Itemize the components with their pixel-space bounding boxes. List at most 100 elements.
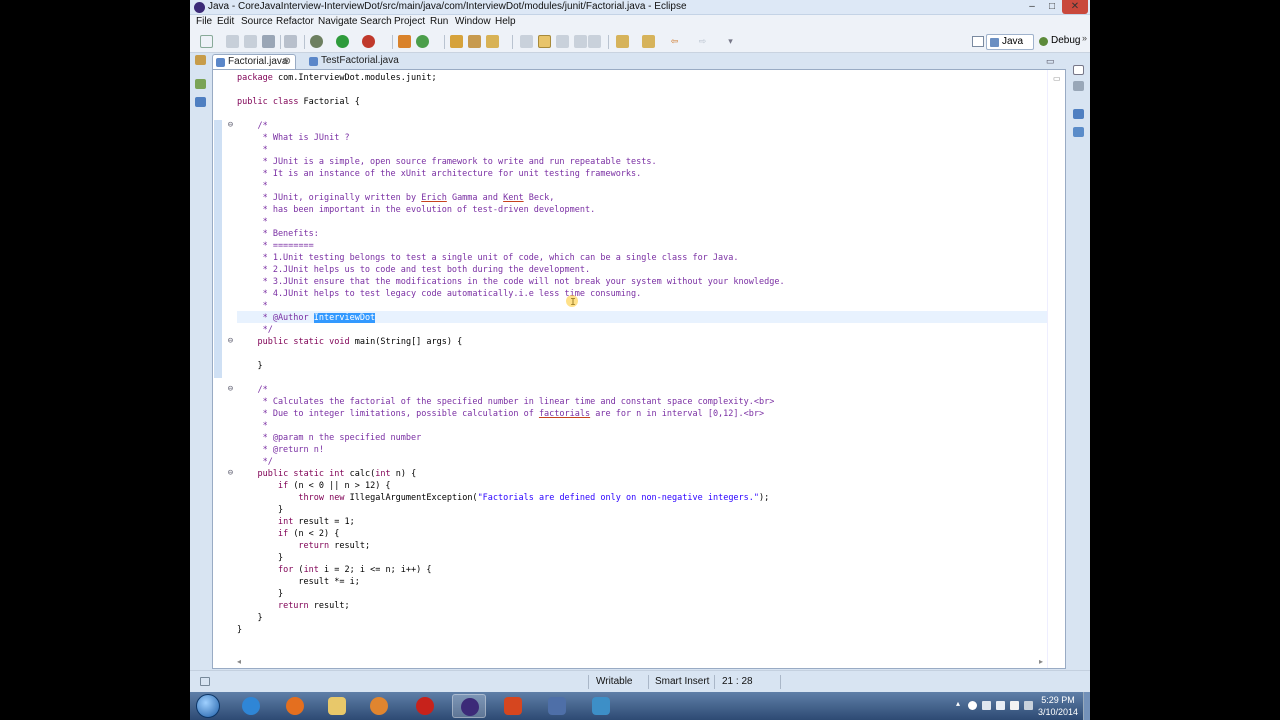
external-tools-icon[interactable] bbox=[362, 35, 375, 48]
open-task-icon[interactable] bbox=[468, 35, 481, 48]
previous-annotation-icon[interactable] bbox=[642, 35, 655, 48]
code-line[interactable]: /* bbox=[237, 120, 267, 132]
show-hidden-icons-icon[interactable]: ▴ bbox=[956, 699, 965, 708]
clock-time[interactable]: 5:29 PM bbox=[1038, 695, 1078, 705]
open-perspective-icon[interactable] bbox=[972, 36, 984, 47]
print-icon[interactable] bbox=[262, 35, 275, 48]
menu-help[interactable]: Help bbox=[495, 16, 516, 27]
tab-testfactorial-java[interactable]: TestFactorial.java bbox=[306, 54, 399, 69]
tab-factorial-java[interactable]: Factorial.java ⊗ bbox=[212, 54, 296, 69]
new-java-project-icon[interactable] bbox=[398, 35, 411, 48]
next-annotation-icon[interactable] bbox=[616, 35, 629, 48]
package-explorer-icon[interactable] bbox=[195, 55, 206, 65]
code-line[interactable]: /* bbox=[237, 384, 267, 396]
code-line[interactable]: int result = 1; bbox=[237, 516, 355, 528]
fold-marker-icon[interactable]: ⊖ bbox=[227, 469, 234, 478]
code-line[interactable]: if (n < 0 || n > 12) { bbox=[237, 480, 391, 492]
code-line[interactable]: public static void main(String[] args) { bbox=[237, 336, 462, 348]
code-line[interactable]: return result; bbox=[237, 540, 370, 552]
new-icon[interactable] bbox=[200, 35, 213, 48]
perspective-java-button[interactable]: Java bbox=[986, 34, 1034, 50]
mark-occurrences-icon[interactable] bbox=[538, 35, 551, 48]
code-line[interactable]: } bbox=[237, 552, 283, 564]
run-icon[interactable] bbox=[336, 35, 349, 48]
menu-navigate[interactable]: Navigate bbox=[318, 16, 357, 27]
show-desktop-button[interactable] bbox=[1083, 692, 1090, 720]
code-line[interactable]: * 2.JUnit helps us to code and test both… bbox=[237, 264, 591, 276]
debug-icon[interactable] bbox=[310, 35, 323, 48]
network-icon[interactable] bbox=[996, 701, 1005, 710]
menu-run[interactable]: Run bbox=[430, 16, 448, 27]
action-center-icon[interactable] bbox=[982, 701, 991, 710]
menu-edit[interactable]: Edit bbox=[217, 16, 234, 27]
taskbar-internet-explorer[interactable] bbox=[234, 694, 268, 718]
code-line[interactable]: } bbox=[237, 624, 242, 636]
open-type-icon[interactable] bbox=[450, 35, 463, 48]
scroll-left-icon[interactable]: ◂ bbox=[237, 657, 241, 666]
taskbar-acrobat[interactable] bbox=[408, 694, 442, 718]
code-editor[interactable]: ⊖ ⊖ ⊖ ⊖ package com.InterviewDot.modules.ju… bbox=[212, 69, 1066, 669]
scroll-right-icon[interactable]: ▸ bbox=[1039, 657, 1043, 666]
menu-project[interactable]: Project bbox=[394, 16, 425, 27]
code-line[interactable]: * ======== bbox=[237, 240, 314, 252]
bluetooth-icon[interactable] bbox=[968, 701, 977, 710]
maximize-button[interactable]: □ bbox=[1042, 0, 1062, 14]
code-line[interactable]: * What is JUnit ? bbox=[237, 132, 350, 144]
code-area[interactable]: package com.InterviewDot.modules.junit; p… bbox=[237, 70, 1047, 668]
volume-icon[interactable] bbox=[1010, 701, 1019, 710]
code-line[interactable]: * bbox=[237, 180, 268, 192]
code-line[interactable]: } bbox=[237, 612, 262, 624]
hierarchy-icon[interactable] bbox=[195, 79, 206, 89]
code-line[interactable]: if (n < 2) { bbox=[237, 528, 339, 540]
overview-ruler[interactable]: ▭ bbox=[1047, 70, 1065, 668]
code-line[interactable]: throw new IllegalArgumentException("Fact… bbox=[237, 492, 769, 504]
menu-file[interactable]: File bbox=[196, 16, 212, 27]
toggle-icon[interactable] bbox=[284, 35, 297, 48]
task-list-icon[interactable] bbox=[1073, 81, 1084, 91]
outline-icon[interactable] bbox=[195, 97, 206, 107]
outline-view-icon[interactable] bbox=[1073, 109, 1084, 119]
save-all-icon[interactable] bbox=[244, 35, 257, 48]
code-line[interactable]: result *= i; bbox=[237, 576, 359, 588]
code-line[interactable]: * bbox=[237, 144, 268, 156]
menu-window[interactable]: Window bbox=[455, 16, 491, 27]
code-line[interactable]: for (int i = 2; i <= n; i++) { bbox=[237, 564, 432, 576]
code-line[interactable]: * @param n the specified number bbox=[237, 432, 422, 444]
block-selection-icon[interactable] bbox=[556, 35, 569, 48]
clock-date[interactable]: 3/10/2014 bbox=[1034, 707, 1082, 717]
annotation-icon[interactable] bbox=[520, 35, 533, 48]
code-line[interactable]: */ bbox=[237, 456, 273, 468]
code-line[interactable]: } bbox=[237, 360, 262, 372]
problems-icon[interactable] bbox=[1073, 127, 1084, 137]
menu-refactor[interactable]: Refactor bbox=[276, 16, 314, 27]
toolbar-overflow-icon[interactable]: » bbox=[1082, 33, 1087, 43]
code-line[interactable]: public class Factorial { bbox=[237, 96, 360, 108]
code-line[interactable]: * @Author InterviewDot bbox=[237, 312, 376, 324]
code-line[interactable]: * It is an instance of the xUnit archite… bbox=[237, 168, 642, 180]
taskbar-media-player[interactable] bbox=[362, 694, 396, 718]
start-button[interactable] bbox=[196, 694, 220, 718]
menu-source[interactable]: Source bbox=[241, 16, 273, 27]
code-line[interactable]: * bbox=[237, 300, 268, 312]
minimize-button[interactable]: – bbox=[1022, 0, 1042, 14]
code-line[interactable]: * 4.JUnit helps to test legacy code auto… bbox=[237, 288, 642, 300]
restore-icon[interactable] bbox=[1073, 65, 1084, 75]
power-icon[interactable] bbox=[1024, 701, 1033, 710]
taskbar-eclipse[interactable] bbox=[452, 694, 486, 718]
perspective-debug-button[interactable]: Debug bbox=[1036, 34, 1084, 50]
forward-arrow-icon[interactable]: ⇨ bbox=[696, 35, 709, 48]
fold-marker-icon[interactable]: ⊖ bbox=[227, 121, 234, 130]
horizontal-scrollbar[interactable]: ◂ ▸ bbox=[237, 656, 1047, 668]
editor-minimize-maximize-icon[interactable]: ▭ bbox=[1046, 56, 1062, 66]
code-line[interactable]: * bbox=[237, 420, 268, 432]
code-line[interactable]: package com.InterviewDot.modules.junit; bbox=[237, 72, 437, 84]
code-line[interactable]: public static int calc(int n) { bbox=[237, 468, 416, 480]
close-window-button[interactable]: ✕ bbox=[1062, 0, 1088, 14]
code-line[interactable]: * has been important in the evolution of… bbox=[237, 204, 596, 216]
code-line[interactable]: */ bbox=[237, 324, 273, 336]
fast-view-icon[interactable] bbox=[200, 677, 210, 686]
show-whitespace-icon[interactable] bbox=[574, 35, 587, 48]
code-line[interactable]: * Due to integer limitations, possible c… bbox=[237, 408, 765, 420]
code-line[interactable]: return result; bbox=[237, 600, 350, 612]
back-arrow-icon[interactable]: ⇦ bbox=[668, 35, 681, 48]
